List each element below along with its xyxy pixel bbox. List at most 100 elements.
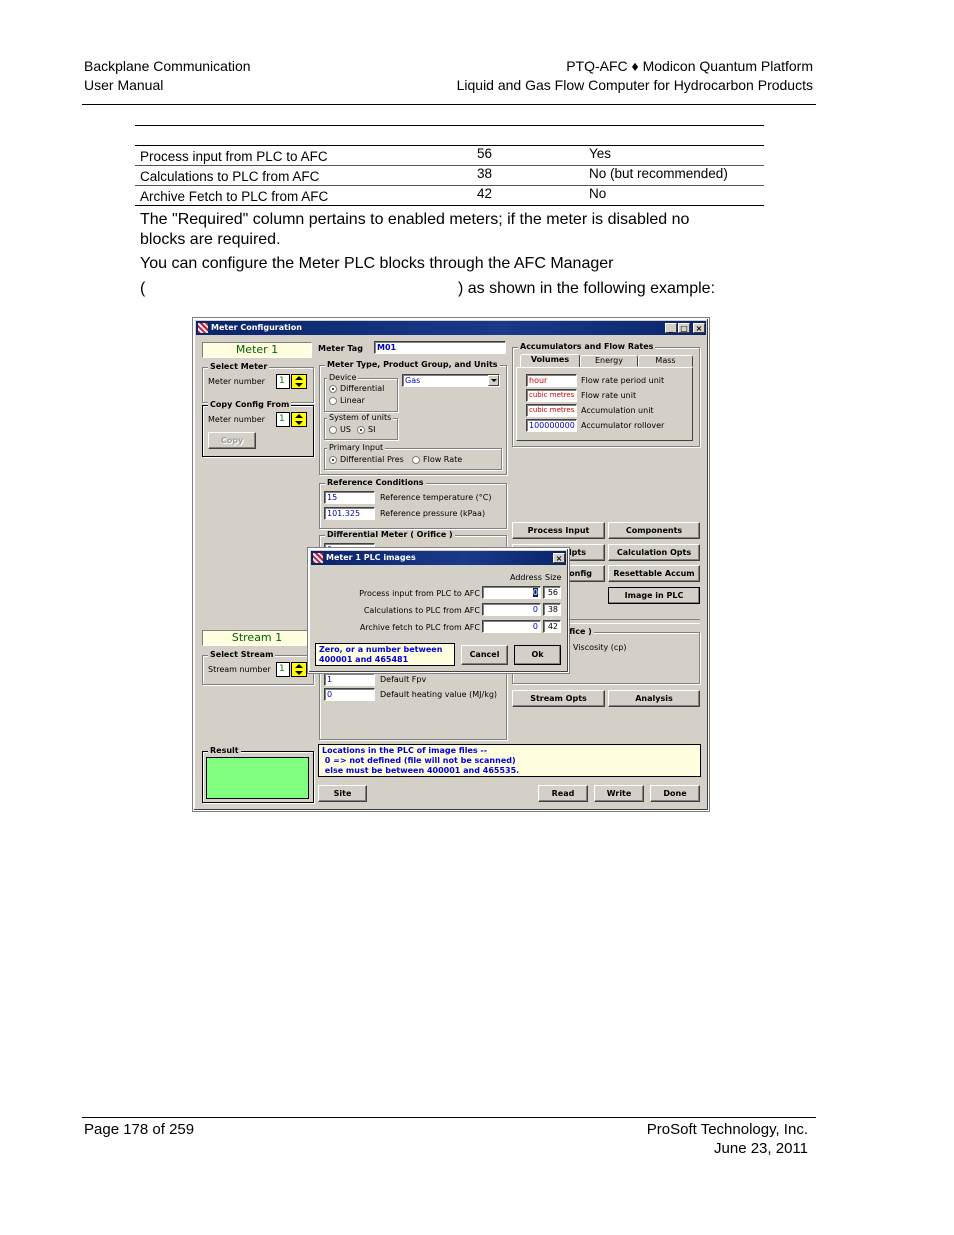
maximize-button[interactable]: □ xyxy=(678,323,690,333)
header-rule xyxy=(82,104,816,105)
tab-energy[interactable]: Energy xyxy=(580,355,638,367)
copy-meter-number-spinner[interactable]: 1 xyxy=(276,412,310,427)
select-stream-group-label: Select Stream xyxy=(208,650,276,660)
flow-rate-label: Flow Rate xyxy=(423,455,463,464)
analysis-button[interactable]: Analysis xyxy=(608,690,700,707)
components-button[interactable]: Components xyxy=(608,522,700,539)
table-cell-required: No (but recommended) xyxy=(589,166,728,181)
flow-rate-period-unit-label: Flow rate period unit xyxy=(581,376,665,385)
copy-config-group-label: Copy Config From xyxy=(208,400,292,410)
header-left-subtitle: User Manual xyxy=(84,77,164,93)
address-column-header: Address xyxy=(510,573,542,582)
result-indicator xyxy=(206,757,309,799)
device-group-label: Device xyxy=(327,373,359,383)
write-button[interactable]: Write xyxy=(594,785,644,802)
close-button[interactable]: × xyxy=(553,553,565,563)
process-input-size-field: 56 xyxy=(543,586,561,599)
footer-company: ProSoft Technology, Inc. xyxy=(646,1121,808,1138)
table-row-rule xyxy=(135,185,764,186)
tab-mass[interactable]: Mass xyxy=(638,355,693,367)
us-units-label: US xyxy=(340,425,351,434)
calculations-address-input[interactable]: 0 xyxy=(482,603,541,616)
plc-row-label: Process input from PLC to AFC xyxy=(359,589,480,598)
accumulation-unit-input[interactable]: cubic metres xyxy=(526,404,577,417)
stream-opts-button[interactable]: Stream Opts xyxy=(512,690,605,707)
table-bottom-rule xyxy=(135,205,764,206)
stream-number-label: Stream number xyxy=(208,665,271,674)
reference-temperature-input[interactable]: 15 xyxy=(324,491,375,504)
meter-type-group: Meter Type, Product Group, and Units Dev… xyxy=(319,360,507,475)
tab-volumes[interactable]: Volumes xyxy=(520,354,580,367)
product-group-value: Gas xyxy=(405,376,421,385)
viscosity-label: Viscosity (cp) xyxy=(573,643,627,652)
read-button[interactable]: Read xyxy=(538,785,588,802)
plc-row-label: Calculations to PLC from AFC xyxy=(363,606,480,615)
copy-button[interactable]: Copy xyxy=(208,432,256,449)
header-left-title: Backplane Communication xyxy=(84,58,251,74)
us-units-radio[interactable] xyxy=(329,426,337,434)
reference-conditions-group: Reference Conditions 15 Reference temper… xyxy=(319,478,507,529)
paragraph-configure-open-paren: ( xyxy=(140,280,146,297)
product-group-select[interactable]: Gas xyxy=(402,374,500,387)
meter-label-panel: Meter 1 xyxy=(202,342,312,358)
image-in-plc-button[interactable]: Image in PLC xyxy=(608,587,700,604)
cancel-button[interactable]: Cancel xyxy=(461,645,508,665)
info-box: Locations in the PLC of image files -- 0… xyxy=(318,744,701,777)
close-button[interactable]: × xyxy=(693,323,705,333)
si-units-radio[interactable] xyxy=(357,426,365,434)
done-button[interactable]: Done xyxy=(650,785,700,802)
plc-images-titlebar[interactable]: Meter 1 PLC images × xyxy=(311,551,566,565)
resettable-accum-button[interactable]: Resettable Accum xyxy=(608,565,700,582)
accumulator-rollover-input[interactable]: 100000000 xyxy=(526,419,577,432)
selected-address-text: 0 xyxy=(532,588,538,597)
flow-rate-period-unit-input[interactable]: hour xyxy=(526,374,577,387)
accumulators-group-label: Accumulators and Flow Rates xyxy=(518,342,656,352)
process-input-button-label: Process Input xyxy=(527,526,590,535)
primary-input-label: Primary Input xyxy=(327,443,386,453)
reference-temperature-label: Reference temperature (°C) xyxy=(380,493,492,502)
copy-meter-number-value[interactable]: 1 xyxy=(276,412,290,427)
select-meter-group: Select Meter Meter number 1 xyxy=(202,362,314,403)
flow-rate-unit-input[interactable]: cubic metres xyxy=(526,389,577,402)
header-right-title: PTQ-AFC ♦ Modicon Quantum Platform xyxy=(566,58,813,74)
differential-radio[interactable] xyxy=(329,385,337,393)
site-button[interactable]: Site xyxy=(318,785,367,802)
ok-button[interactable]: Ok xyxy=(514,645,561,665)
table-cell-required: No xyxy=(589,186,607,201)
table-cell-block: Calculations to PLC from AFC xyxy=(140,169,320,184)
stream-label-panel: Stream 1 xyxy=(202,630,312,646)
meter-number-spinner[interactable]: 1 xyxy=(276,374,310,389)
meter-tag-input[interactable]: M01 xyxy=(374,341,506,354)
process-input-button[interactable]: Process Input xyxy=(512,522,605,539)
archive-fetch-address-input[interactable]: 0 xyxy=(482,620,541,633)
minimize-button[interactable]: _ xyxy=(665,323,677,333)
up-down-arrows-icon[interactable] xyxy=(291,662,307,677)
reference-conditions-label: Reference Conditions xyxy=(325,478,426,488)
reference-pressure-input[interactable]: 101.325 xyxy=(324,507,375,520)
chevron-down-icon[interactable] xyxy=(488,375,499,386)
up-down-arrows-icon[interactable] xyxy=(291,412,307,427)
stream-number-spinner[interactable]: 1 xyxy=(276,662,310,677)
flow-rate-radio[interactable] xyxy=(412,456,420,464)
meter-tag-label: Meter Tag xyxy=(318,344,363,353)
default-heating-value-input[interactable]: 0 xyxy=(324,688,375,701)
meter-number-value[interactable]: 1 xyxy=(276,374,290,389)
meter-configuration-titlebar[interactable]: Meter Configuration _ □ × xyxy=(196,321,706,335)
copy-meter-number-label: Meter number xyxy=(208,415,265,424)
process-input-address-input[interactable]: 0 xyxy=(482,586,541,599)
calculation-opts-button[interactable]: Calculation Opts xyxy=(608,544,700,561)
table-header-rule xyxy=(135,145,764,146)
app-icon xyxy=(313,553,323,563)
differential-pres-label: Differential Pres xyxy=(340,455,404,464)
hint-line: Zero, or a number between xyxy=(319,645,443,654)
linear-radio[interactable] xyxy=(329,397,337,405)
default-heating-value-label: Default heating value (MJ/kg) xyxy=(380,690,498,699)
differential-pres-radio[interactable] xyxy=(329,456,337,464)
primary-input-group: Primary Input Differential Pres Flow Rat… xyxy=(324,443,502,470)
stream-number-value[interactable]: 1 xyxy=(276,662,290,677)
footer-date: June 23, 2011 xyxy=(714,1140,808,1157)
archive-fetch-size-field: 42 xyxy=(543,620,561,633)
up-down-arrows-icon[interactable] xyxy=(291,374,307,389)
header-right-subtitle: Liquid and Gas Flow Computer for Hydroca… xyxy=(456,77,813,93)
default-fpv-input[interactable]: 1 xyxy=(324,673,375,686)
